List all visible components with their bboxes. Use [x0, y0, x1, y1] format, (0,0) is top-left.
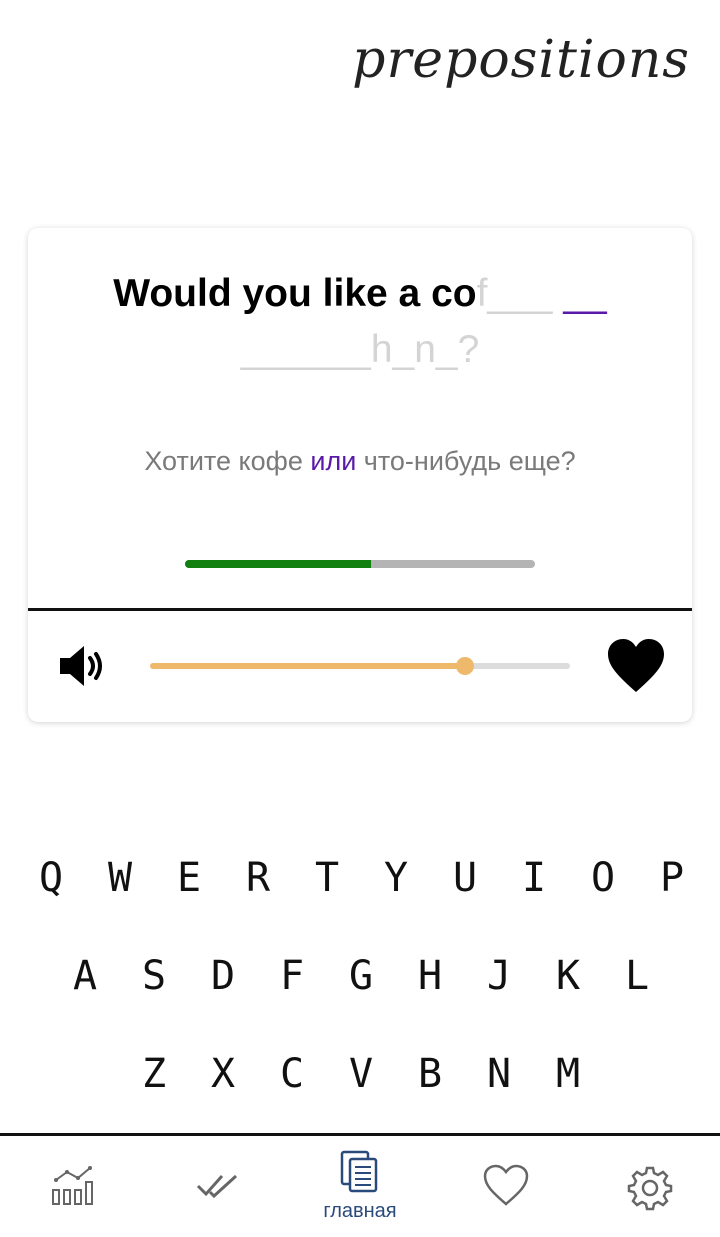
key-a[interactable]: A: [58, 946, 112, 1006]
key-n[interactable]: N: [472, 1044, 526, 1104]
key-c[interactable]: C: [265, 1044, 319, 1104]
nav-item-home[interactable]: главная: [310, 1136, 410, 1234]
key-g[interactable]: G: [334, 946, 388, 1006]
exercise-card: Would you like a cof___ __ ______h_n_? Х…: [28, 228, 692, 722]
translation-part: Хотите кофе: [144, 446, 311, 476]
key-t[interactable]: T: [300, 848, 354, 908]
input-cursor[interactable]: __: [563, 272, 606, 315]
key-q[interactable]: Q: [24, 848, 78, 908]
key-h[interactable]: H: [403, 946, 457, 1006]
key-k[interactable]: K: [541, 946, 595, 1006]
sentence-hint-text: f___: [476, 272, 564, 315]
double-check-icon: [196, 1174, 238, 1199]
audio-slider[interactable]: [150, 657, 570, 675]
pages-icon: [340, 1150, 378, 1193]
heart-outline-icon: [483, 1164, 529, 1206]
heart-filled-icon[interactable]: [606, 638, 666, 694]
translation-highlight: или: [310, 446, 357, 476]
progress-bar: [185, 560, 535, 568]
key-s[interactable]: S: [127, 946, 181, 1006]
key-m[interactable]: M: [541, 1044, 595, 1104]
key-p[interactable]: P: [645, 848, 699, 908]
key-b[interactable]: B: [403, 1044, 457, 1104]
stats-chart-icon: [52, 1166, 93, 1205]
slider-fill: [150, 663, 465, 669]
key-z[interactable]: Z: [127, 1044, 181, 1104]
app-title: prepositions: [352, 30, 690, 90]
exercise-sentence: Would you like a cof___ __ ______h_n_?: [68, 266, 652, 378]
key-f[interactable]: F: [265, 946, 319, 1006]
key-w[interactable]: W: [93, 848, 147, 908]
bottom-navigation: главная: [0, 1133, 720, 1237]
key-u[interactable]: U: [438, 848, 492, 908]
key-r[interactable]: R: [231, 848, 285, 908]
key-e[interactable]: E: [162, 848, 216, 908]
gear-icon: [627, 1166, 673, 1211]
key-x[interactable]: X: [196, 1044, 250, 1104]
divider: [28, 608, 692, 611]
translation-text: Хотите кофе или что-нибудь еще?: [28, 446, 692, 477]
sentence-typed-text: Would you like a co: [113, 272, 477, 315]
key-d[interactable]: D: [196, 946, 250, 1006]
key-o[interactable]: O: [576, 848, 630, 908]
key-j[interactable]: J: [472, 946, 526, 1006]
key-v[interactable]: V: [334, 1044, 388, 1104]
nav-item-stats[interactable]: [22, 1136, 122, 1234]
nav-item-learned[interactable]: [166, 1136, 266, 1234]
sentence-hint-text-line2: ______h_n_?: [240, 328, 480, 371]
slider-thumb[interactable]: [456, 657, 474, 675]
speaker-icon[interactable]: [58, 642, 110, 690]
nav-label-home: главная: [323, 1200, 397, 1222]
key-i[interactable]: I: [507, 848, 561, 908]
key-y[interactable]: Y: [369, 848, 423, 908]
nav-item-favorites[interactable]: [454, 1136, 554, 1234]
progress-fill: [185, 560, 371, 568]
nav-item-settings[interactable]: [598, 1136, 698, 1234]
key-l[interactable]: L: [610, 946, 664, 1006]
translation-part: что-нибудь еще?: [356, 446, 576, 476]
